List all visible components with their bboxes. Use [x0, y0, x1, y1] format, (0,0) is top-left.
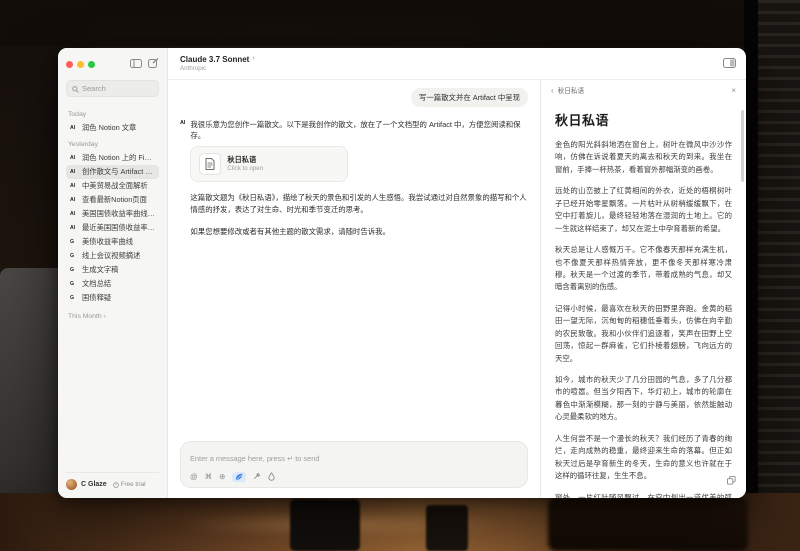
main-header: Claude 3.7 Sonnet › Anthropic	[168, 48, 746, 80]
sidebar-item[interactable]: G 文档总结	[66, 277, 159, 291]
globe-icon[interactable]: ⊕	[219, 473, 225, 481]
model-icon-ai: AI	[70, 197, 78, 203]
traffic-lights	[66, 61, 95, 68]
sidebar: Today AI 润色 Notion 文章 Yesterday AI 润色 No…	[58, 48, 168, 498]
command-shortcut-icon[interactable]: ⌘	[205, 473, 213, 481]
sidebar-titlebar	[66, 58, 159, 70]
artifact-paragraph: 远处的山峦披上了红黄相间的外衣，近处的梧桐树叶子已经开始零星飘落。一片枯叶从树梢…	[555, 185, 732, 235]
search-input[interactable]	[82, 84, 153, 93]
background-blinds	[758, 0, 800, 551]
sidebar-spacer	[66, 320, 159, 472]
message-input[interactable]	[190, 454, 518, 463]
artifact-paragraph: 人生何尝不是一个漫长的秋天？我们经历了青春的绚烂，走向成熟的稳重，最终迎来生命的…	[555, 433, 732, 483]
sidebar-item[interactable]: AI 最近美国国债收益率曲线检...	[66, 221, 159, 235]
free-trial-badge: Free trial	[113, 481, 146, 488]
artifact-paragraph: 记得小时候，最喜欢在秋天的田野里奔跑。金黄的稻田一望无际，沉甸甸的稻穗低垂着头，…	[555, 303, 732, 365]
artifact-breadcrumb: 秋日私语	[558, 85, 584, 95]
tools-wrench-icon[interactable]	[253, 472, 261, 482]
artifact-paragraph: 如今，城市的秋天少了几分田园的气息，多了几分都市的喧嚣。但当夕阳西下，华灯初上，…	[555, 374, 732, 424]
sidebar-item[interactable]: AI 美国国债收益率曲线分析	[66, 207, 159, 221]
close-window-button[interactable]	[66, 61, 73, 68]
section-label-yesterday: Yesterday	[68, 141, 157, 148]
artifacts-leaf-icon[interactable]	[232, 472, 246, 482]
chat-area: 写一篇散文并在 Artifact 中呈现 AI 我很乐意为您创作一篇散文。以下是…	[168, 80, 540, 498]
minimize-window-button[interactable]	[77, 61, 84, 68]
model-icon-g: G	[70, 253, 78, 259]
chevron-right-icon: ›	[252, 55, 254, 64]
app-window: Today AI 润色 Notion 文章 Yesterday AI 润色 No…	[58, 48, 746, 498]
model-icon-ai: AI	[70, 155, 78, 161]
model-icon-g: G	[70, 295, 78, 301]
trial-clock-icon	[113, 482, 119, 488]
search-icon	[72, 80, 79, 98]
artifact-panel: ‹ 秋日私语 × 秋日私语 金色的阳光斜斜地洒在窗台上，树叶在微风中沙沙作响，仿…	[540, 80, 746, 498]
drop-icon[interactable]	[268, 472, 275, 483]
artifact-paragraph: 秋天总是让人感慨万千。它不像春天那样充满生机，也不像夏天那样热情奔放，更不像冬天…	[555, 244, 732, 294]
close-artifact-icon[interactable]: ×	[731, 86, 736, 95]
sidebar-toggle-icon[interactable]	[130, 55, 142, 73]
section-label-this-month[interactable]: This Month ›	[68, 313, 157, 320]
model-icon-ai: AI	[70, 125, 78, 131]
assistant-message: AI 我很乐意为您创作一篇散文。以下是我创作的散文，放在了一个文档型的 Arti…	[180, 119, 528, 237]
assistant-detail-text: 这篇散文题为《秋日私语》，描绘了秋天的景色和引发的人生感悟。我尝试通过对自然景象…	[190, 192, 528, 216]
artifact-paragraph: 窗外，一片红叶随风飘过，在空中划出一道优美的弧线。我轻轻地叹了口气，将这一刻的感…	[555, 492, 732, 499]
artifact-scrollbar[interactable]	[741, 110, 744, 182]
composer-toolbar: @ ⌘ ⊕	[190, 472, 518, 483]
sidebar-item[interactable]: AI 润色 Notion 上的 Fia 文章	[66, 151, 159, 165]
copy-icon[interactable]	[727, 472, 736, 490]
user-name: C Glaze	[81, 481, 107, 488]
new-chat-icon[interactable]	[148, 55, 159, 73]
zoom-window-button[interactable]	[88, 61, 95, 68]
assistant-intro-text: 我很乐意为您创作一篇散文。以下是我创作的散文，放在了一个文档型的 Artifac…	[190, 119, 528, 142]
background-bags	[548, 497, 748, 551]
search-box[interactable]	[66, 80, 159, 97]
model-selector[interactable]: Claude 3.7 Sonnet ›	[180, 55, 255, 65]
document-icon	[199, 153, 221, 175]
model-icon-ai: AI	[70, 225, 78, 231]
message-composer[interactable]: @ ⌘ ⊕	[180, 441, 528, 489]
sidebar-item[interactable]: G 美债收益率曲线	[66, 235, 159, 249]
assistant-closing-text: 如果您想要修改或者有其他主题的散文需求，请随时告诉我。	[190, 226, 528, 237]
background-cup	[426, 505, 468, 551]
model-icon-g: G	[70, 267, 78, 273]
sidebar-item[interactable]: G 生成文字稿	[66, 263, 159, 277]
model-icon-g: G	[70, 239, 78, 245]
model-icon-ai: AI	[70, 169, 78, 175]
background-top-shadow	[0, 0, 800, 46]
model-icon-ai: AI	[70, 183, 78, 189]
sidebar-item[interactable]: AI 查看最新Notion页面	[66, 193, 159, 207]
artifact-card[interactable]: 秋日私语 Click to open	[190, 146, 348, 182]
artifact-panel-toggle-icon[interactable]	[723, 55, 736, 73]
artifact-card-title: 秋日私语	[227, 155, 263, 165]
back-chevron-icon[interactable]: ‹	[551, 86, 554, 95]
attach-icon[interactable]: @	[190, 473, 198, 481]
model-icon-g: G	[70, 281, 78, 287]
section-label-today: Today	[68, 111, 157, 118]
artifact-card-subtitle: Click to open	[227, 165, 263, 174]
artifact-paragraph: 金色的阳光斜斜地洒在窗台上，树叶在微风中沙沙作响，仿佛在诉说着夏天的离去和秋天的…	[555, 139, 732, 176]
sidebar-item[interactable]: AI 中美贸易战全面解析	[66, 179, 159, 193]
model-icon-ai: AI	[70, 211, 78, 217]
sidebar-item[interactable]: G 国债释疑	[66, 291, 159, 305]
artifact-title: 秋日私语	[555, 110, 732, 129]
artifact-panel-header: ‹ 秋日私语 ×	[541, 80, 746, 100]
sidebar-item[interactable]: G 线上会议视频摘述	[66, 249, 159, 263]
model-provider: Anthropic	[180, 65, 255, 73]
background-jars	[290, 499, 360, 551]
sidebar-item[interactable]: AI 润色 Notion 文章	[66, 121, 159, 135]
avatar	[66, 479, 77, 490]
artifact-content: 秋日私语 金色的阳光斜斜地洒在窗台上，树叶在微风中沙沙作响，仿佛在诉说着夏天的离…	[541, 100, 746, 498]
user-message-bubble: 写一篇散文并在 Artifact 中呈现	[411, 88, 528, 107]
sidebar-footer[interactable]: C Glaze Free trial	[66, 472, 159, 490]
sidebar-item-selected[interactable]: AI 创作散文与 Artifact 展示	[66, 165, 159, 179]
assistant-avatar-icon: AI	[180, 120, 185, 126]
